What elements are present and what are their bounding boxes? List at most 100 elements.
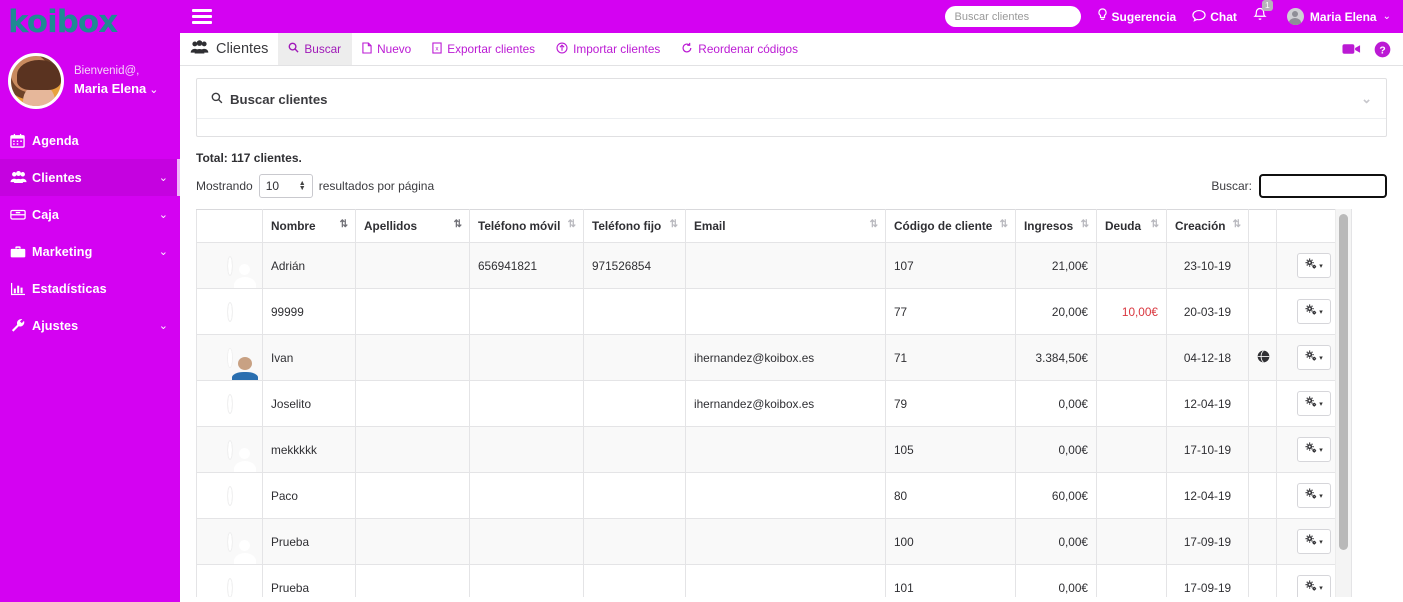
table-scrollbar-thumb[interactable]	[1339, 214, 1348, 550]
column-header-telefono-fijo[interactable]: Teléfono fijo ⇅	[583, 209, 686, 243]
chevron-down-icon: ⌄	[158, 172, 168, 184]
cell-ingresos: 60,00€	[1015, 472, 1097, 519]
table-row[interactable]: 99999 77 20,00€ 10,00€ 20-03-19 ▾	[196, 288, 1352, 335]
sidebar-item-label: Clientes	[32, 170, 82, 185]
column-header-ingresos[interactable]: Ingresos ⇅	[1015, 209, 1097, 243]
sidebar-item-caja[interactable]: Caja ⌄	[0, 196, 180, 233]
video-icon[interactable]	[1342, 42, 1361, 56]
table-row[interactable]: Ivan ihernandez@koibox.es 71 3.384,50€ 0…	[196, 334, 1352, 381]
cell-ingresos: 0,00€	[1015, 426, 1097, 473]
suggestion-button[interactable]: Sugerencia	[1097, 8, 1177, 25]
cell-ingresos: 21,00€	[1015, 242, 1097, 289]
sidebar-item-label: Agenda	[32, 133, 79, 148]
table-row[interactable]: Paco 80 60,00€ 12-04-19 ▾	[196, 472, 1352, 519]
cell-ingresos: 0,00€	[1015, 380, 1097, 427]
user-menu[interactable]: Maria Elena ⌄	[1286, 8, 1391, 25]
cell-email	[685, 564, 886, 597]
cell-email	[685, 288, 886, 335]
row-actions-button[interactable]: ▾	[1297, 253, 1331, 278]
svg-text:x: x	[436, 45, 440, 52]
cell-apellidos	[355, 380, 470, 427]
cell-deuda	[1096, 334, 1167, 381]
suggestion-label: Sugerencia	[1111, 9, 1177, 24]
chat-button[interactable]: Chat	[1192, 9, 1237, 25]
cell-nombre: 99999	[262, 288, 356, 335]
cell-deuda	[1096, 564, 1167, 597]
row-actions-button[interactable]: ▾	[1297, 345, 1331, 370]
sidebar-item-estadisticas[interactable]: Estadísticas	[0, 270, 180, 307]
row-actions-button[interactable]: ▾	[1297, 299, 1331, 324]
cell-creacion: 17-09-19	[1166, 564, 1249, 597]
svg-text:?: ?	[1379, 45, 1385, 56]
sidebar-item-agenda[interactable]: Agenda	[0, 122, 180, 159]
table-row[interactable]: mekkkkk 105 0,00€ 17-10-19 ▾	[196, 426, 1352, 473]
notifications-button[interactable]: 1	[1253, 0, 1273, 27]
avatar	[227, 578, 232, 597]
app-logo[interactable]: koibox	[0, 0, 180, 44]
sort-icon: ⇅	[339, 219, 348, 230]
tab-exportar-clientes[interactable]: x Exportar clientes	[422, 33, 546, 65]
clients-table: Nombre ⇅ Apellidos ⇅ Teléfono móvil ⇅ Teléf…	[196, 209, 1352, 597]
cell-flag	[1248, 472, 1277, 519]
excel-icon: x	[432, 41, 442, 57]
row-actions-button[interactable]: ▾	[1297, 529, 1331, 554]
page-size-select[interactable]: 10 ▲ ▼	[258, 174, 313, 198]
row-actions-button[interactable]: ▾	[1297, 483, 1331, 508]
sidebar-item-marketing[interactable]: Marketing ⌄	[0, 233, 180, 270]
chevron-down-icon: ▾	[1319, 354, 1323, 362]
chevron-down-icon: ▾	[1319, 492, 1323, 500]
tab-nuevo[interactable]: Nuevo	[352, 33, 422, 65]
greeting-label: Bienvenid@,	[74, 65, 140, 78]
chevron-down-icon: ▾	[1319, 538, 1323, 546]
chevron-down-icon: ⌄	[158, 246, 168, 258]
globe-icon	[1257, 349, 1270, 366]
tab-buscar[interactable]: Buscar	[278, 33, 353, 65]
cell-telefono-fijo	[583, 564, 686, 597]
avatar	[1286, 8, 1304, 25]
table-row[interactable]: Adrián 656941821 971526854 107 21,00€ 23…	[196, 242, 1352, 289]
table-scrollbar[interactable]	[1335, 209, 1351, 597]
cell-telefono-fijo	[583, 380, 686, 427]
sort-icon: ⇅	[453, 219, 462, 230]
sidebar-item-ajustes[interactable]: Ajustes ⌄	[0, 307, 180, 344]
hamburger-icon[interactable]	[192, 6, 212, 27]
chevron-down-icon: ⌄	[149, 83, 159, 96]
cell-email	[685, 242, 886, 289]
help-icon[interactable]: ?	[1374, 41, 1391, 58]
cell-apellidos	[355, 242, 470, 289]
table-row[interactable]: Prueba 100 0,00€ 17-09-19 ▾	[196, 518, 1352, 565]
sort-icon: ⇅	[1080, 219, 1089, 230]
row-actions-button[interactable]: ▾	[1297, 437, 1331, 462]
chevron-down-icon: ▾	[1319, 308, 1323, 316]
sort-icon: ⇅	[869, 219, 878, 230]
cell-email	[685, 426, 886, 473]
row-actions-button[interactable]: ▾	[1297, 575, 1331, 597]
search-input[interactable]	[944, 6, 1081, 27]
column-header-email[interactable]: Email ⇅	[685, 209, 886, 243]
cell-apellidos	[355, 564, 470, 597]
tab-label: Reordenar códigos	[698, 42, 798, 56]
sort-icon: ⇅	[669, 219, 678, 230]
search-clients-panel-header[interactable]: Buscar clientes ⌄	[197, 79, 1386, 118]
row-actions-button[interactable]: ▾	[1297, 391, 1331, 416]
chevron-down-icon: ⌄	[158, 209, 168, 221]
column-header-creacion[interactable]: Creación ⇅	[1166, 209, 1249, 243]
sidebar-item-clientes[interactable]: Clientes ⌄	[0, 159, 180, 196]
tab-importar-clientes[interactable]: Importar clientes	[546, 33, 671, 65]
chevron-down-icon[interactable]: ⌄	[1361, 91, 1372, 107]
user-name-label: Maria Elena	[1309, 9, 1377, 24]
column-header-codigo-de-cliente[interactable]: Código de cliente ⇅	[885, 209, 1016, 243]
column-header-apellidos[interactable]: Apellidos ⇅	[355, 209, 470, 243]
cell-deuda: 10,00€	[1096, 288, 1167, 335]
sidebar-profile[interactable]: Bienvenid@, Maria Elena ⌄	[0, 44, 180, 122]
column-header-telefono-movil[interactable]: Teléfono móvil ⇅	[469, 209, 584, 243]
column-header-deuda[interactable]: Deuda ⇅	[1096, 209, 1167, 243]
table-row[interactable]: Joselito ihernandez@koibox.es 79 0,00€ 1…	[196, 380, 1352, 427]
column-header-nombre[interactable]: Nombre ⇅	[262, 209, 356, 243]
avatar	[227, 348, 232, 367]
table-row[interactable]: Prueba 101 0,00€ 17-09-19 ▾	[196, 564, 1352, 597]
sidebar-user-name[interactable]: Maria Elena ⌄	[74, 80, 158, 98]
table-search-input[interactable]	[1258, 173, 1388, 199]
column-header-label: Creación	[1175, 219, 1226, 233]
tab-reordenar-codigos[interactable]: Reordenar códigos	[671, 33, 809, 65]
